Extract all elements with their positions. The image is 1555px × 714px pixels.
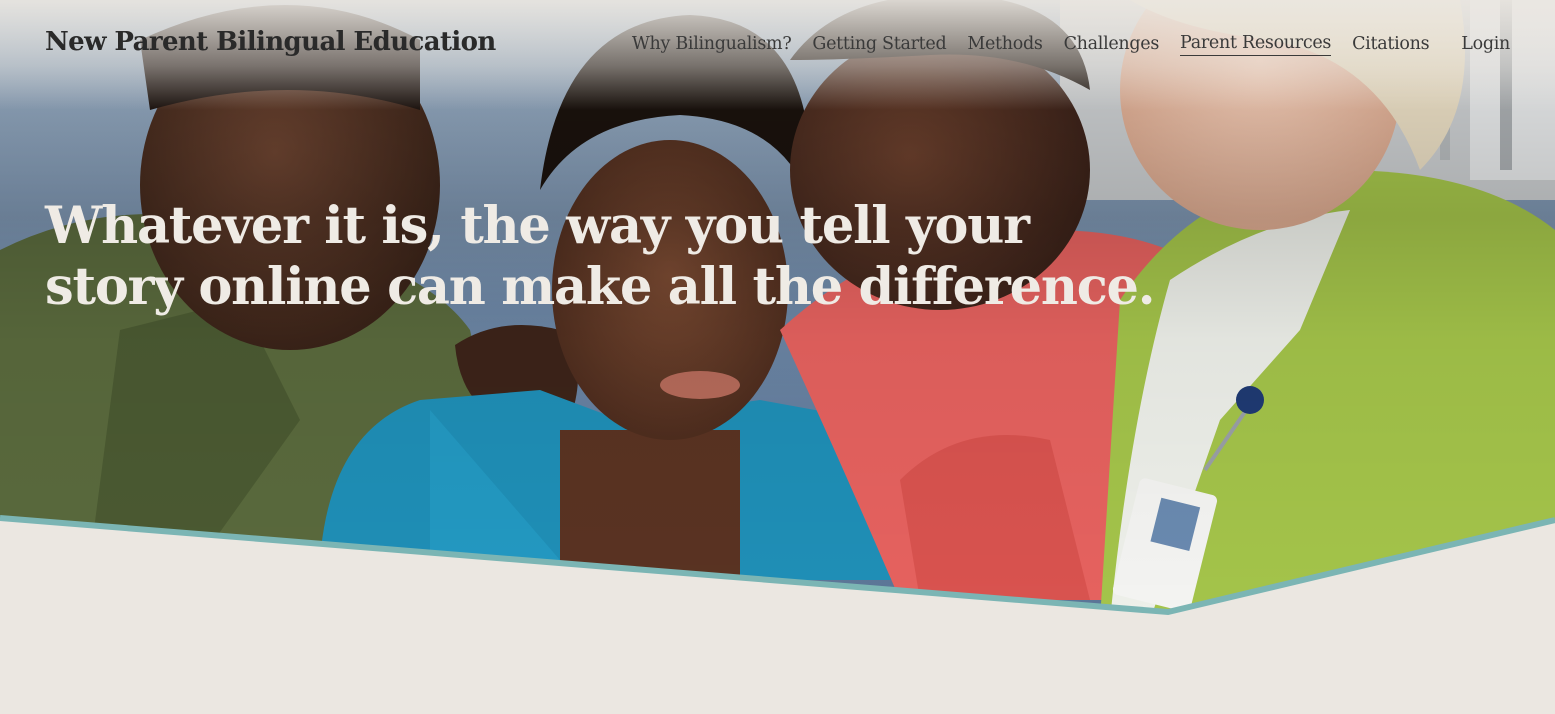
nav-getting-started[interactable]: Getting Started xyxy=(812,34,946,56)
site-title[interactable]: New Parent Bilingual Education xyxy=(45,27,496,57)
hero-headline: Whatever it is, the way you tell your st… xyxy=(45,196,1156,317)
page: New Parent Bilingual Education Why Bilin… xyxy=(0,0,1555,714)
nav-methods[interactable]: Methods xyxy=(967,34,1043,56)
login-link[interactable]: Login xyxy=(1461,34,1510,56)
site-header: New Parent Bilingual Education Why Bilin… xyxy=(0,0,1555,92)
nav-parent-resources[interactable]: Parent Resources xyxy=(1180,33,1331,56)
nav-challenges[interactable]: Challenges xyxy=(1064,34,1160,56)
main-nav: Why Bilingualism? Getting Started Method… xyxy=(611,33,1510,56)
nav-citations[interactable]: Citations xyxy=(1352,34,1429,56)
nav-why-bilingualism[interactable]: Why Bilingualism? xyxy=(632,34,792,56)
